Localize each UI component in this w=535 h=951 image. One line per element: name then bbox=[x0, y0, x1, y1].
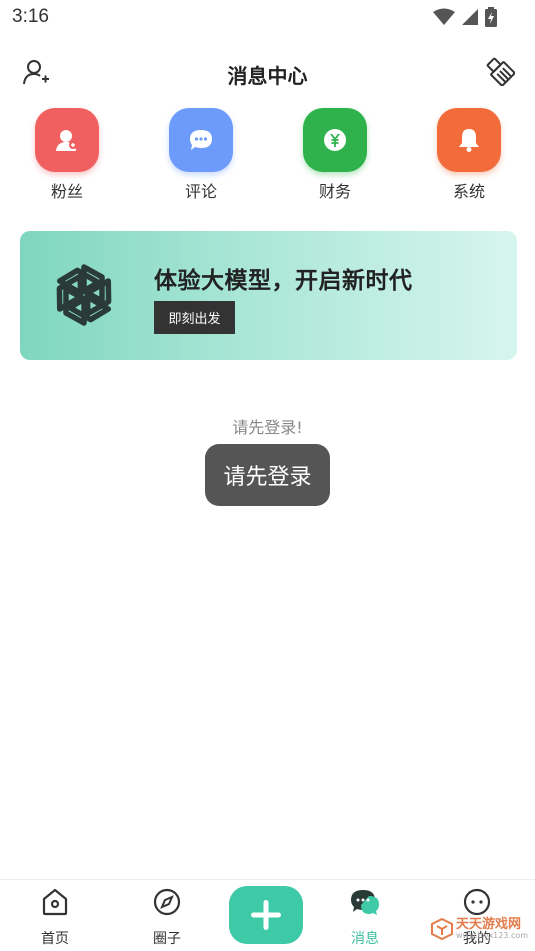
status-bar: 3:16 bbox=[0, 0, 535, 36]
page-title: 消息中心 bbox=[227, 64, 308, 88]
compass-icon bbox=[153, 888, 181, 916]
watermark-sub: www.ttyx123.com bbox=[456, 931, 529, 940]
entry-label: 系统 bbox=[452, 182, 485, 201]
ai-model-banner[interactable]: 体验大模型，开启新时代 即刻出发 bbox=[20, 231, 517, 360]
login-hint: 请先登录! bbox=[232, 418, 303, 437]
finance-icon bbox=[303, 108, 367, 172]
entry-fans[interactable]: 粉丝 bbox=[22, 108, 112, 202]
nav-messages[interactable]: 消息 bbox=[330, 886, 400, 948]
nav-label: 消息 bbox=[351, 931, 379, 947]
entry-label: 财务 bbox=[318, 182, 351, 201]
watermark-logo-icon bbox=[431, 918, 453, 940]
nav-label: 首页 bbox=[41, 931, 69, 947]
entry-comments[interactable]: 评论 bbox=[156, 108, 246, 202]
clear-messages-icon[interactable] bbox=[485, 56, 515, 86]
status-time: 3:16 bbox=[12, 6, 49, 27]
entry-finance[interactable]: 财务 bbox=[290, 108, 380, 202]
nav-circle[interactable]: 圈子 bbox=[132, 886, 202, 948]
message-icon bbox=[351, 890, 379, 915]
quick-entries: 粉丝 评论 财务 系统 bbox=[0, 108, 535, 204]
wifi-icon bbox=[433, 8, 455, 25]
watermark: 天天游戏网 www.ttyx123.com bbox=[431, 914, 529, 944]
ai-knot-logo-icon bbox=[56, 264, 112, 326]
status-icons bbox=[433, 7, 497, 27]
fans-icon bbox=[35, 108, 99, 172]
entry-system[interactable]: 系统 bbox=[424, 108, 514, 202]
entry-label: 评论 bbox=[184, 182, 217, 201]
start-now-button[interactable]: 即刻出发 bbox=[154, 301, 235, 334]
bell-icon bbox=[437, 108, 501, 172]
cell-signal-icon bbox=[462, 9, 478, 25]
watermark-text: 天天游戏网 bbox=[456, 917, 522, 932]
battery-icon bbox=[485, 7, 497, 27]
watermark-text-group: 天天游戏网 www.ttyx123.com bbox=[456, 918, 528, 940]
plus-icon bbox=[251, 900, 281, 930]
comment-icon bbox=[169, 108, 233, 172]
header: 消息中心 bbox=[0, 50, 535, 96]
entry-label: 粉丝 bbox=[50, 182, 83, 201]
nav-home[interactable]: 首页 bbox=[20, 886, 90, 948]
home-icon bbox=[42, 888, 68, 916]
nav-label: 圈子 bbox=[153, 931, 181, 947]
publish-button[interactable] bbox=[229, 886, 303, 944]
login-toast: 请先登录 bbox=[205, 444, 330, 506]
banner-title: 体验大模型，开启新时代 bbox=[154, 268, 413, 294]
